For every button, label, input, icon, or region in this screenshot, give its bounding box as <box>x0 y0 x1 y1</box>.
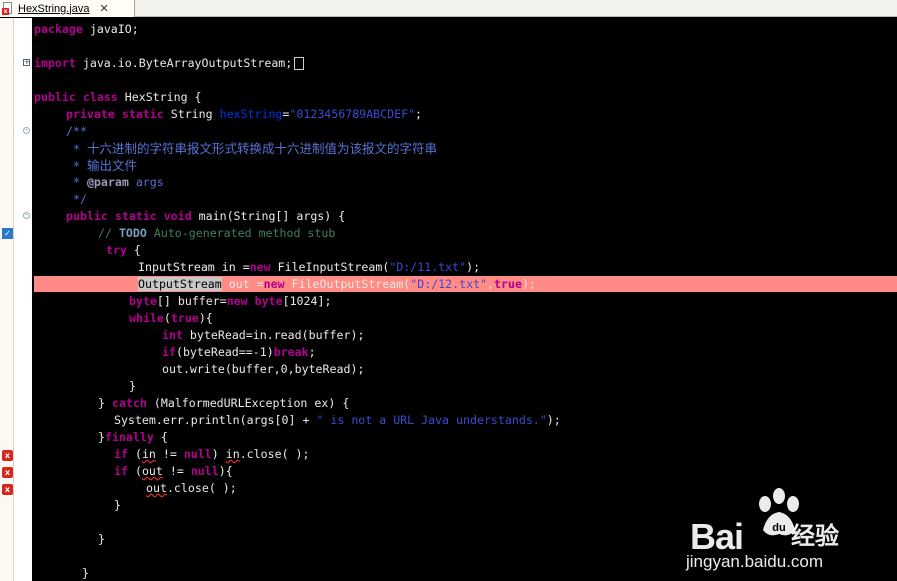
error-marker-icon[interactable]: x <box>2 450 13 461</box>
code-line-6: * 十六进制的字符串报文形式转换成十六进制值为该报文的字符串 <box>66 141 437 156</box>
collapse-fold-icon[interactable]: - <box>23 127 30 134</box>
error-marker-icon[interactable]: x <box>2 467 13 478</box>
collapse-fold-icon[interactable]: - <box>23 212 30 219</box>
code-line-2: import java.io.ByteArrayOutputStream; <box>34 55 305 72</box>
code-line-16: while(true){ <box>129 311 213 325</box>
tab-hexstring-java[interactable]: x HexString.java ✕ <box>0 0 135 17</box>
baidu-jingyan-watermark: du Bai 经验 jingyan.baidu.com <box>686 482 891 572</box>
code-line-15: byte[] buffer=new byte[1024]; <box>129 294 332 308</box>
code-line-28: } <box>98 532 105 546</box>
code-line-11: // TODO Auto-generated method stub <box>98 226 336 240</box>
brand-cn: 经验 <box>791 522 839 550</box>
code-line-25: if (out != null){ <box>114 464 233 478</box>
editor-tab-bar: x HexString.java ✕ <box>0 0 897 17</box>
code-line-24: if (in != null) in.close( ); <box>114 447 310 461</box>
code-line-7: * 输出文件 <box>66 158 137 173</box>
task-marker-icon[interactable]: ✓ <box>2 228 13 239</box>
folding-gutter: + - - <box>14 18 32 581</box>
code-line-17: int byteRead=in.read(buffer); <box>162 328 365 342</box>
code-line-19: out.write(buffer,0,byteRead); <box>162 362 365 376</box>
vertical-ruler: ✓ x x x <box>0 18 14 581</box>
code-line-1: package javaIO; <box>34 22 139 36</box>
error-marker-icon[interactable]: x <box>2 484 13 495</box>
code-line-5: /** <box>66 124 87 138</box>
java-file-error-icon: x <box>2 2 14 15</box>
code-line-8: * @param args <box>66 175 164 189</box>
code-line-12: try { <box>106 243 141 257</box>
code-line-26: out.close( ); <box>146 481 237 495</box>
code-line-23: }finally { <box>98 430 168 444</box>
code-line-10: public static void main(String[] args) { <box>66 209 346 223</box>
code-line-13: InputStream in =new FileInputStream("D:/… <box>138 260 481 274</box>
folded-imports-box[interactable] <box>294 57 305 70</box>
code-line-27: } <box>114 498 121 512</box>
code-line-3: public class HexString { <box>34 90 202 104</box>
code-line-22: System.err.println(args[0] + " is not a … <box>114 413 561 427</box>
code-line-29: } <box>82 566 89 580</box>
watermark-url: jingyan.baidu.com <box>686 552 824 571</box>
paw-letters: du <box>772 522 785 534</box>
code-line-9: */ <box>66 192 87 206</box>
code-line-21: } catch (MalformedURLException ex) { <box>98 396 350 410</box>
code-line-20: } <box>129 379 136 393</box>
expand-fold-icon[interactable]: + <box>23 59 30 66</box>
tab-label: HexString.java <box>18 2 90 15</box>
code-line-4: private static String hexString="0123456… <box>66 107 423 121</box>
code-line-14: OutputStream out =new FileOutputStream("… <box>138 277 536 291</box>
code-line-18: if(byteRead==-1)break; <box>162 345 316 359</box>
close-tab-icon[interactable]: ✕ <box>100 2 109 15</box>
